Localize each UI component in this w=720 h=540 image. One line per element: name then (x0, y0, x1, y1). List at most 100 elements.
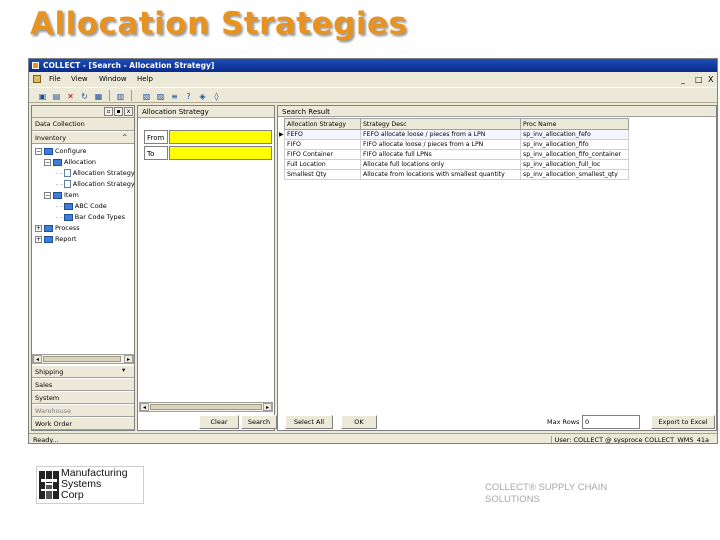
collapse-icon[interactable]: − (44, 158, 51, 166)
ok-button[interactable]: OK (341, 415, 377, 429)
sidebar-item-inventory[interactable]: Inventory ^ (32, 131, 134, 144)
tree-item-bar-code-types[interactable]: - - Bar Code Types (56, 212, 125, 223)
navigation-pane: ▫ ▪ x Data Collection Inventory ^ − Confi… (31, 105, 151, 431)
table-row[interactable]: FIFO Container FIFO allocate full LPNs s… (284, 149, 629, 160)
save-icon[interactable]: ▣ (37, 90, 48, 101)
window-titlebar[interactable]: COLLECT - [Search - Allocation Strategy] (29, 59, 717, 72)
column-proc-name[interactable]: Proc Name (520, 118, 629, 130)
cell-proc[interactable]: sp_inv_allocation_fifo_container (520, 149, 629, 160)
collapse-icon[interactable]: − (44, 191, 51, 199)
tree-item-configure[interactable]: − Configure (35, 146, 87, 157)
export-to-excel-button[interactable]: Export to Excel (651, 415, 715, 429)
cell-proc[interactable]: sp_inv_allocation_fifo (520, 139, 629, 150)
tree-item-report[interactable]: + Report (35, 234, 77, 245)
menu-view[interactable]: View (71, 75, 88, 83)
grid-header-row: Allocation Strategy Strategy Desc Proc N… (284, 118, 629, 130)
tree-item-allocation-strategy[interactable]: - - Allocation Strategy (56, 168, 135, 179)
footer-line: SOLUTIONS (485, 494, 540, 505)
tree-horizontal-scrollbar[interactable]: ◂ ▸ (32, 354, 134, 364)
sidebar-item-shipping[interactable]: Shipping ▾ (32, 365, 134, 378)
tree-label: Bar Code Types (74, 213, 125, 221)
tree-item-abc-code[interactable]: - - ABC Code (56, 201, 107, 212)
expand-icon[interactable]: + (35, 235, 42, 243)
clear-button[interactable]: Clear (199, 415, 239, 429)
sidebar-item-label: Inventory (35, 134, 67, 142)
cell-strategy[interactable]: FIFO Container (284, 149, 361, 160)
toolbar: ▣ ▤ ✕ ↻ ▦ ▥ ▧ ▨ ≡ ? ◈ ◊ (29, 87, 717, 103)
sidebar-item-system[interactable]: System (32, 391, 134, 404)
print-icon[interactable]: ▥ (115, 90, 126, 101)
slide-title: Allocation Strategies (30, 6, 408, 42)
window-title: COLLECT - [Search - Allocation Strategy] (43, 61, 215, 70)
restore-button[interactable]: □ (695, 75, 703, 84)
cell-proc[interactable]: sp_inv_allocation_full_loc (520, 159, 629, 170)
column-strategy-desc[interactable]: Strategy Desc (360, 118, 521, 130)
scroll-left-icon[interactable]: ◂ (140, 403, 149, 411)
to-input[interactable] (169, 146, 272, 160)
menu-file[interactable]: File (49, 75, 61, 83)
tree-label: Item (64, 191, 79, 199)
search-button[interactable]: Search (241, 415, 277, 429)
cell-proc[interactable]: sp_inv_allocation_smallest_qty (520, 169, 629, 180)
scroll-right-icon[interactable]: ▸ (124, 355, 133, 363)
minimize-button[interactable]: _ (681, 75, 685, 84)
menu-help[interactable]: Help (137, 75, 153, 83)
properties-icon[interactable]: ▧ (141, 90, 152, 101)
delete-icon[interactable]: ✕ (65, 90, 76, 101)
scroll-left-icon[interactable]: ◂ (33, 355, 42, 363)
expand-icon[interactable]: + (35, 224, 42, 232)
scroll-right-icon[interactable]: ▸ (263, 403, 272, 411)
table-row[interactable]: FEFO FEFO allocate loose / pieces from a… (284, 129, 629, 140)
tree-item-item[interactable]: − Item (44, 190, 79, 201)
table-row[interactable]: FIFO FIFO allocate loose / pieces from a… (284, 139, 629, 150)
document-icon[interactable] (33, 75, 41, 83)
folder-icon (44, 147, 53, 155)
cell-desc[interactable]: FEFO allocate loose / pieces from a LPN (360, 129, 521, 140)
help-icon[interactable]: ? (183, 90, 194, 101)
cell-desc[interactable]: Allocate full locations only (360, 159, 521, 170)
cell-strategy[interactable]: FEFO (284, 129, 361, 140)
cell-strategy[interactable]: FIFO (284, 139, 361, 150)
list-icon[interactable]: ≡ (169, 90, 180, 101)
column-allocation-strategy[interactable]: Allocation Strategy (284, 118, 361, 130)
cell-desc[interactable]: FIFO allocate full LPNs (360, 149, 521, 160)
cell-strategy[interactable]: Smallest Qty (284, 169, 361, 180)
folder-icon (53, 158, 62, 166)
cell-proc[interactable]: sp_inv_allocation_fefo (520, 129, 629, 140)
status-bar: Ready... User: COLLECT @ sysproce COLLEC… (29, 433, 717, 443)
criteria-horizontal-scrollbar[interactable]: ◂ ▸ (139, 402, 273, 412)
filter-icon[interactable]: ◊ (211, 90, 222, 101)
cell-strategy[interactable]: Full Location (284, 159, 361, 170)
from-input[interactable] (169, 130, 272, 144)
tree-item-process[interactable]: + Process (35, 223, 80, 234)
max-rows-input[interactable]: 0 (582, 415, 640, 429)
close-button[interactable]: X (708, 75, 713, 84)
table-row[interactable]: Full Location Allocate full locations on… (284, 159, 629, 170)
toolbar-separator (109, 90, 110, 101)
search-result-pane: Search Result ▶ Allocation Strategy Stra… (277, 105, 717, 431)
folder-icon (44, 224, 53, 232)
cell-desc[interactable]: Allocate from locations with smallest qu… (360, 169, 521, 180)
table-row[interactable]: Smallest Qty Allocate from locations wit… (284, 169, 629, 180)
sidebar-item-data-collection[interactable]: Data Collection (32, 118, 134, 131)
minimize-pane-icon[interactable]: ▪ (114, 107, 123, 116)
pin-icon[interactable]: ▫ (104, 107, 113, 116)
grid-icon[interactable]: ▨ (155, 90, 166, 101)
nav-icon[interactable]: ◈ (197, 90, 208, 101)
criteria-header: Allocation Strategy (138, 106, 274, 118)
tree-label: Allocation Strategy (72, 169, 135, 177)
select-all-button[interactable]: Select All (285, 415, 333, 429)
collapse-icon[interactable]: − (35, 147, 42, 155)
cell-desc[interactable]: FIFO allocate loose / pieces from a LPN (360, 139, 521, 150)
new-icon[interactable]: ▤ (51, 90, 62, 101)
sidebar-item-sales[interactable]: Sales (32, 378, 134, 391)
action-bar: Clear Search Select All OK Max Rows 0 Ex… (29, 415, 717, 433)
scroll-thumb[interactable] (43, 356, 121, 362)
scroll-thumb[interactable] (150, 404, 262, 410)
menu-window[interactable]: Window (99, 75, 127, 83)
footer-text: COLLECT® SUPPLY CHAIN SOLUTIONS (485, 482, 607, 506)
refresh-icon[interactable]: ↻ (79, 90, 90, 101)
tree-item-allocation[interactable]: − Allocation (44, 157, 96, 168)
export-icon[interactable]: ▦ (93, 90, 104, 101)
close-pane-icon[interactable]: x (124, 107, 133, 116)
